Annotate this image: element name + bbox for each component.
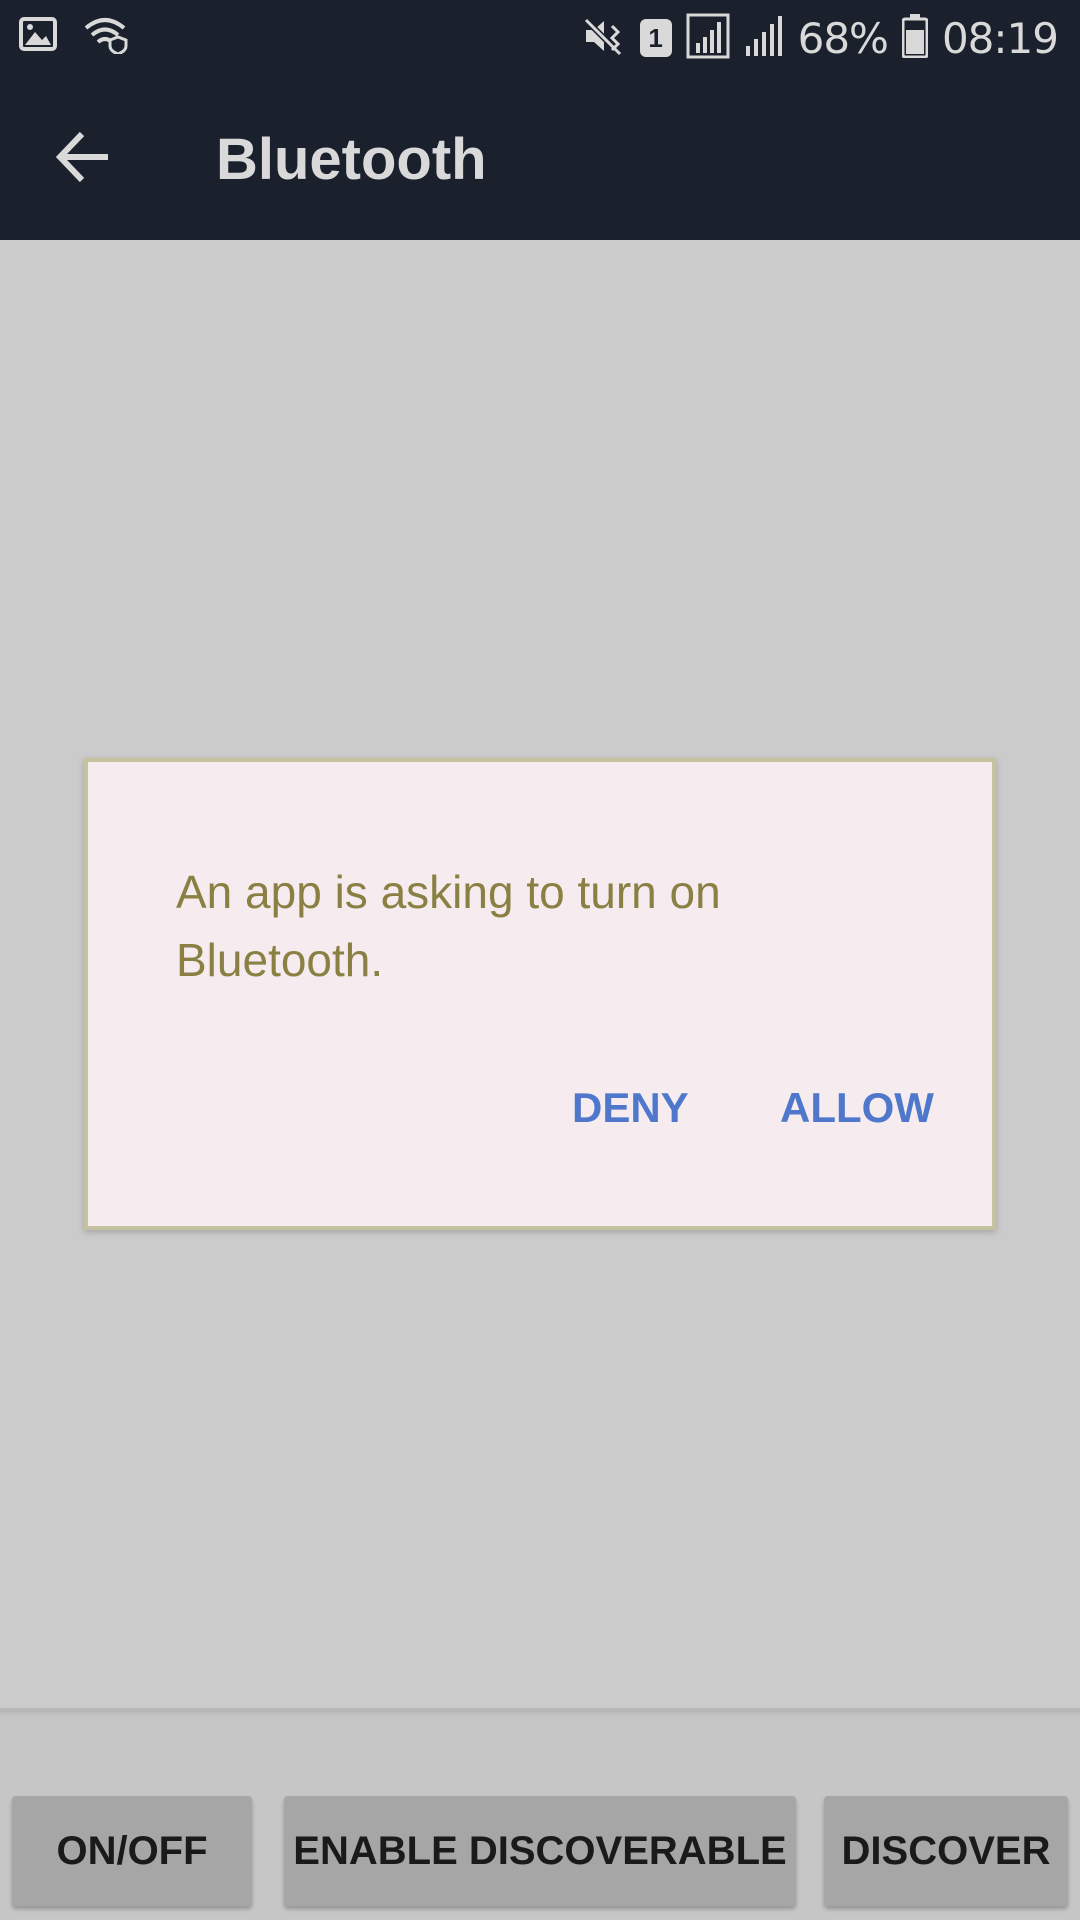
allow-button[interactable]: ALLOW [780, 1084, 934, 1132]
page-title: Bluetooth [216, 127, 487, 192]
back-button[interactable] [50, 122, 120, 192]
bluetooth-permission-dialog: An app is asking to turn on Bluetooth. D… [84, 758, 996, 1230]
app-bar: Bluetooth [0, 76, 1080, 240]
discover-button[interactable]: DISCOVER [824, 1796, 1068, 1906]
clock: 08:19 [941, 13, 1059, 63]
image-icon [18, 14, 58, 59]
onoff-button[interactable]: ON/OFF [12, 1796, 252, 1906]
arrow-back-icon [50, 131, 120, 196]
deny-button[interactable]: DENY [572, 1084, 689, 1132]
dialog-message: An app is asking to turn on Bluetooth. [176, 866, 721, 986]
status-right-icons: 1 68% 08:19 [582, 10, 1059, 66]
battery-icon [901, 13, 929, 63]
signal-icon [744, 14, 784, 63]
status-left-icons [18, 14, 128, 59]
wifi-icon [82, 14, 128, 59]
enable-discoverable-button[interactable]: ENABLE DISCOVERABLE [284, 1796, 796, 1906]
bottom-button-bar: ON/OFF ENABLE DISCOVERABLE DISCOVER [0, 1708, 1080, 1920]
sim-icon: 1 [639, 19, 672, 57]
status-bar: 1 68% 08:19 [0, 0, 1080, 76]
mute-icon [582, 14, 626, 63]
signal-icon [686, 13, 730, 64]
battery-percent: 68% [797, 13, 889, 63]
